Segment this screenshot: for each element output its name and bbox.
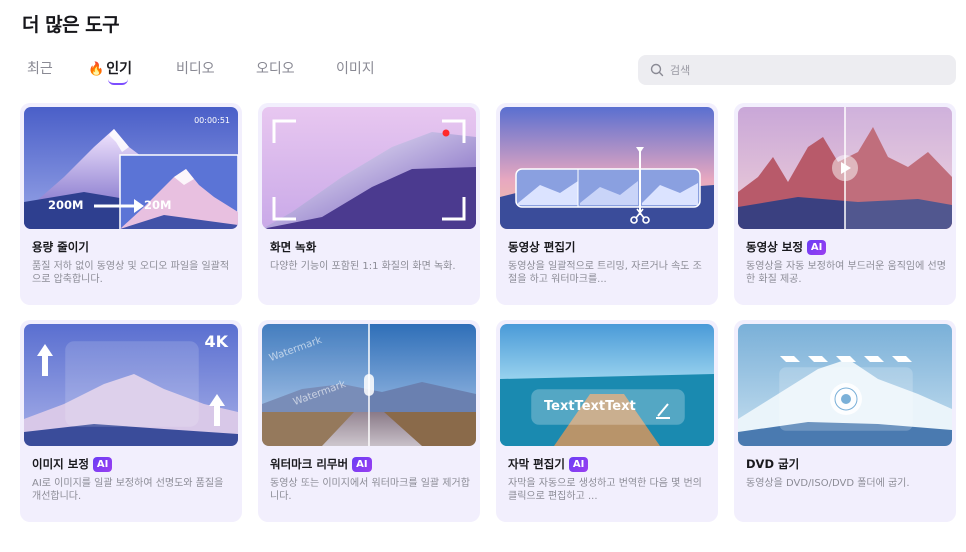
card-title: DVD 굽기: [746, 456, 799, 472]
tool-card-video-editor[interactable]: 동영상 편집기 동영상을 일괄적으로 트리밍, 자르거나 속도 조절을 하고 워…: [496, 103, 718, 305]
card-title: 이미지 보정 AI: [32, 456, 113, 472]
card-title-text: 화면 녹화: [270, 240, 317, 254]
caption-text: TextTextText: [544, 399, 636, 414]
video-enhance-thumbnail: [738, 107, 952, 229]
tab-label: 오디오: [256, 61, 295, 77]
timecode-label: 00:00:51: [194, 116, 230, 125]
video-editor-thumbnail: [500, 107, 714, 229]
card-title-text: 용량 줄이기: [32, 240, 89, 254]
tool-card-video-enhance[interactable]: 동영상 보정 AI 동영상을 자동 보정하여 부드러운 움직임에 선명한 화질 제…: [734, 103, 956, 305]
card-title-text: 자막 편집기: [508, 457, 565, 471]
card-description: AI로 이미지를 일괄 보정하여 선명도와 품질을 개선합니다.: [32, 478, 224, 502]
tab-label: 최근: [27, 61, 53, 77]
ai-badge: AI: [568, 456, 589, 472]
search-input[interactable]: [670, 60, 940, 80]
watermark-remover-thumbnail: Watermark Watermark: [262, 324, 476, 446]
size-from-label: 200M: [48, 198, 84, 212]
ai-badge: AI: [806, 239, 827, 255]
image-enhance-thumbnail: 4K: [24, 324, 238, 446]
tab-label: 비디오: [176, 61, 215, 77]
page-title: 더 많은 도구: [22, 14, 120, 36]
size-to-label: 20M: [144, 198, 172, 212]
subtitle-editor-thumbnail: TextTextText: [500, 324, 714, 446]
slider-handle-icon: [364, 374, 374, 396]
card-title: 워터마크 리무버 AI: [270, 456, 372, 472]
card-title-text: DVD 굽기: [746, 457, 800, 471]
card-title: 화면 녹화: [270, 239, 316, 255]
card-title: 용량 줄이기: [32, 239, 89, 255]
card-title-text: 동영상 보정: [746, 240, 803, 254]
disc-icon: [830, 383, 862, 415]
tab-label: 이미지: [336, 61, 375, 77]
card-description: 동영상을 DVD/ISO/DVD 폴더에 굽기.: [746, 478, 910, 489]
tab-image[interactable]: 이미지: [336, 58, 375, 78]
record-dot-icon: [442, 129, 450, 137]
card-description: 동영상을 자동 보정하여 부드러운 움직임에 선명한 화질 제공.: [746, 261, 946, 285]
active-tab-indicator: [108, 79, 128, 85]
tab-popular[interactable]: 🔥 인기: [88, 58, 132, 85]
ai-badge: AI: [352, 456, 372, 472]
tab-audio[interactable]: 오디오: [256, 58, 295, 78]
search-icon: [650, 63, 664, 77]
fire-icon: 🔥: [88, 62, 105, 77]
card-description: 동영상을 일괄적으로 트리밍, 자르거나 속도 조절을 하고 워터마크를...: [508, 261, 702, 285]
card-title-text: 동영상 편집기: [508, 240, 576, 254]
card-description: 자막을 자동으로 생성하고 번역한 다음 몇 번의 클릭으로 편집하고 ...: [508, 478, 702, 502]
tool-card-screen-recorder[interactable]: 화면 녹화 다양한 기능이 포함된 1:1 화질의 화면 녹화.: [258, 103, 480, 305]
tool-card-dvd-burner[interactable]: DVD 굽기 동영상을 DVD/ISO/DVD 폴더에 굽기.: [734, 320, 956, 522]
card-description: 다양한 기능이 포함된 1:1 화질의 화면 녹화.: [270, 261, 456, 272]
tab-recent[interactable]: 최근: [27, 58, 53, 78]
card-title-text: 이미지 보정: [32, 457, 89, 471]
tool-card-image-enhance[interactable]: 4K 이미지 보정 AI AI로 이미지를 일괄 보정하여 선명도와 품질을 개선…: [20, 320, 242, 522]
tab-label: 인기: [106, 61, 132, 77]
card-title: 동영상 보정 AI: [746, 239, 827, 255]
ai-badge: AI: [92, 456, 113, 472]
compress-thumbnail: 00:00:51 200M 20M: [24, 107, 238, 229]
tool-card-watermark-remover[interactable]: Watermark Watermark 워터마크 리무버 AI 동영상 또는 이미…: [258, 320, 480, 522]
tool-card-compress[interactable]: 00:00:51 200M 20M 용량 줄이기 품질 저하 없이 동영상 및 …: [20, 103, 242, 305]
search-box[interactable]: [638, 55, 956, 85]
tool-card-subtitle-editor[interactable]: TextTextText 자막 편집기 AI 자막을 자동으로 생성하고 번역한 …: [496, 320, 718, 522]
card-title: 자막 편집기 AI: [508, 456, 589, 472]
tab-video[interactable]: 비디오: [176, 58, 215, 78]
card-description: 동영상 또는 이미지에서 워터마크를 일괄 제거합니다.: [270, 478, 470, 502]
card-description: 품질 저하 없이 동영상 및 오디오 파일을 일괄적으로 압축합니다.: [32, 261, 230, 285]
card-title-text: 워터마크 리무버: [270, 457, 349, 471]
resolution-badge: 4K: [204, 332, 228, 351]
screen-recorder-thumbnail: [262, 107, 476, 229]
dvd-burner-thumbnail: [738, 324, 952, 446]
card-title: 동영상 편집기: [508, 239, 575, 255]
